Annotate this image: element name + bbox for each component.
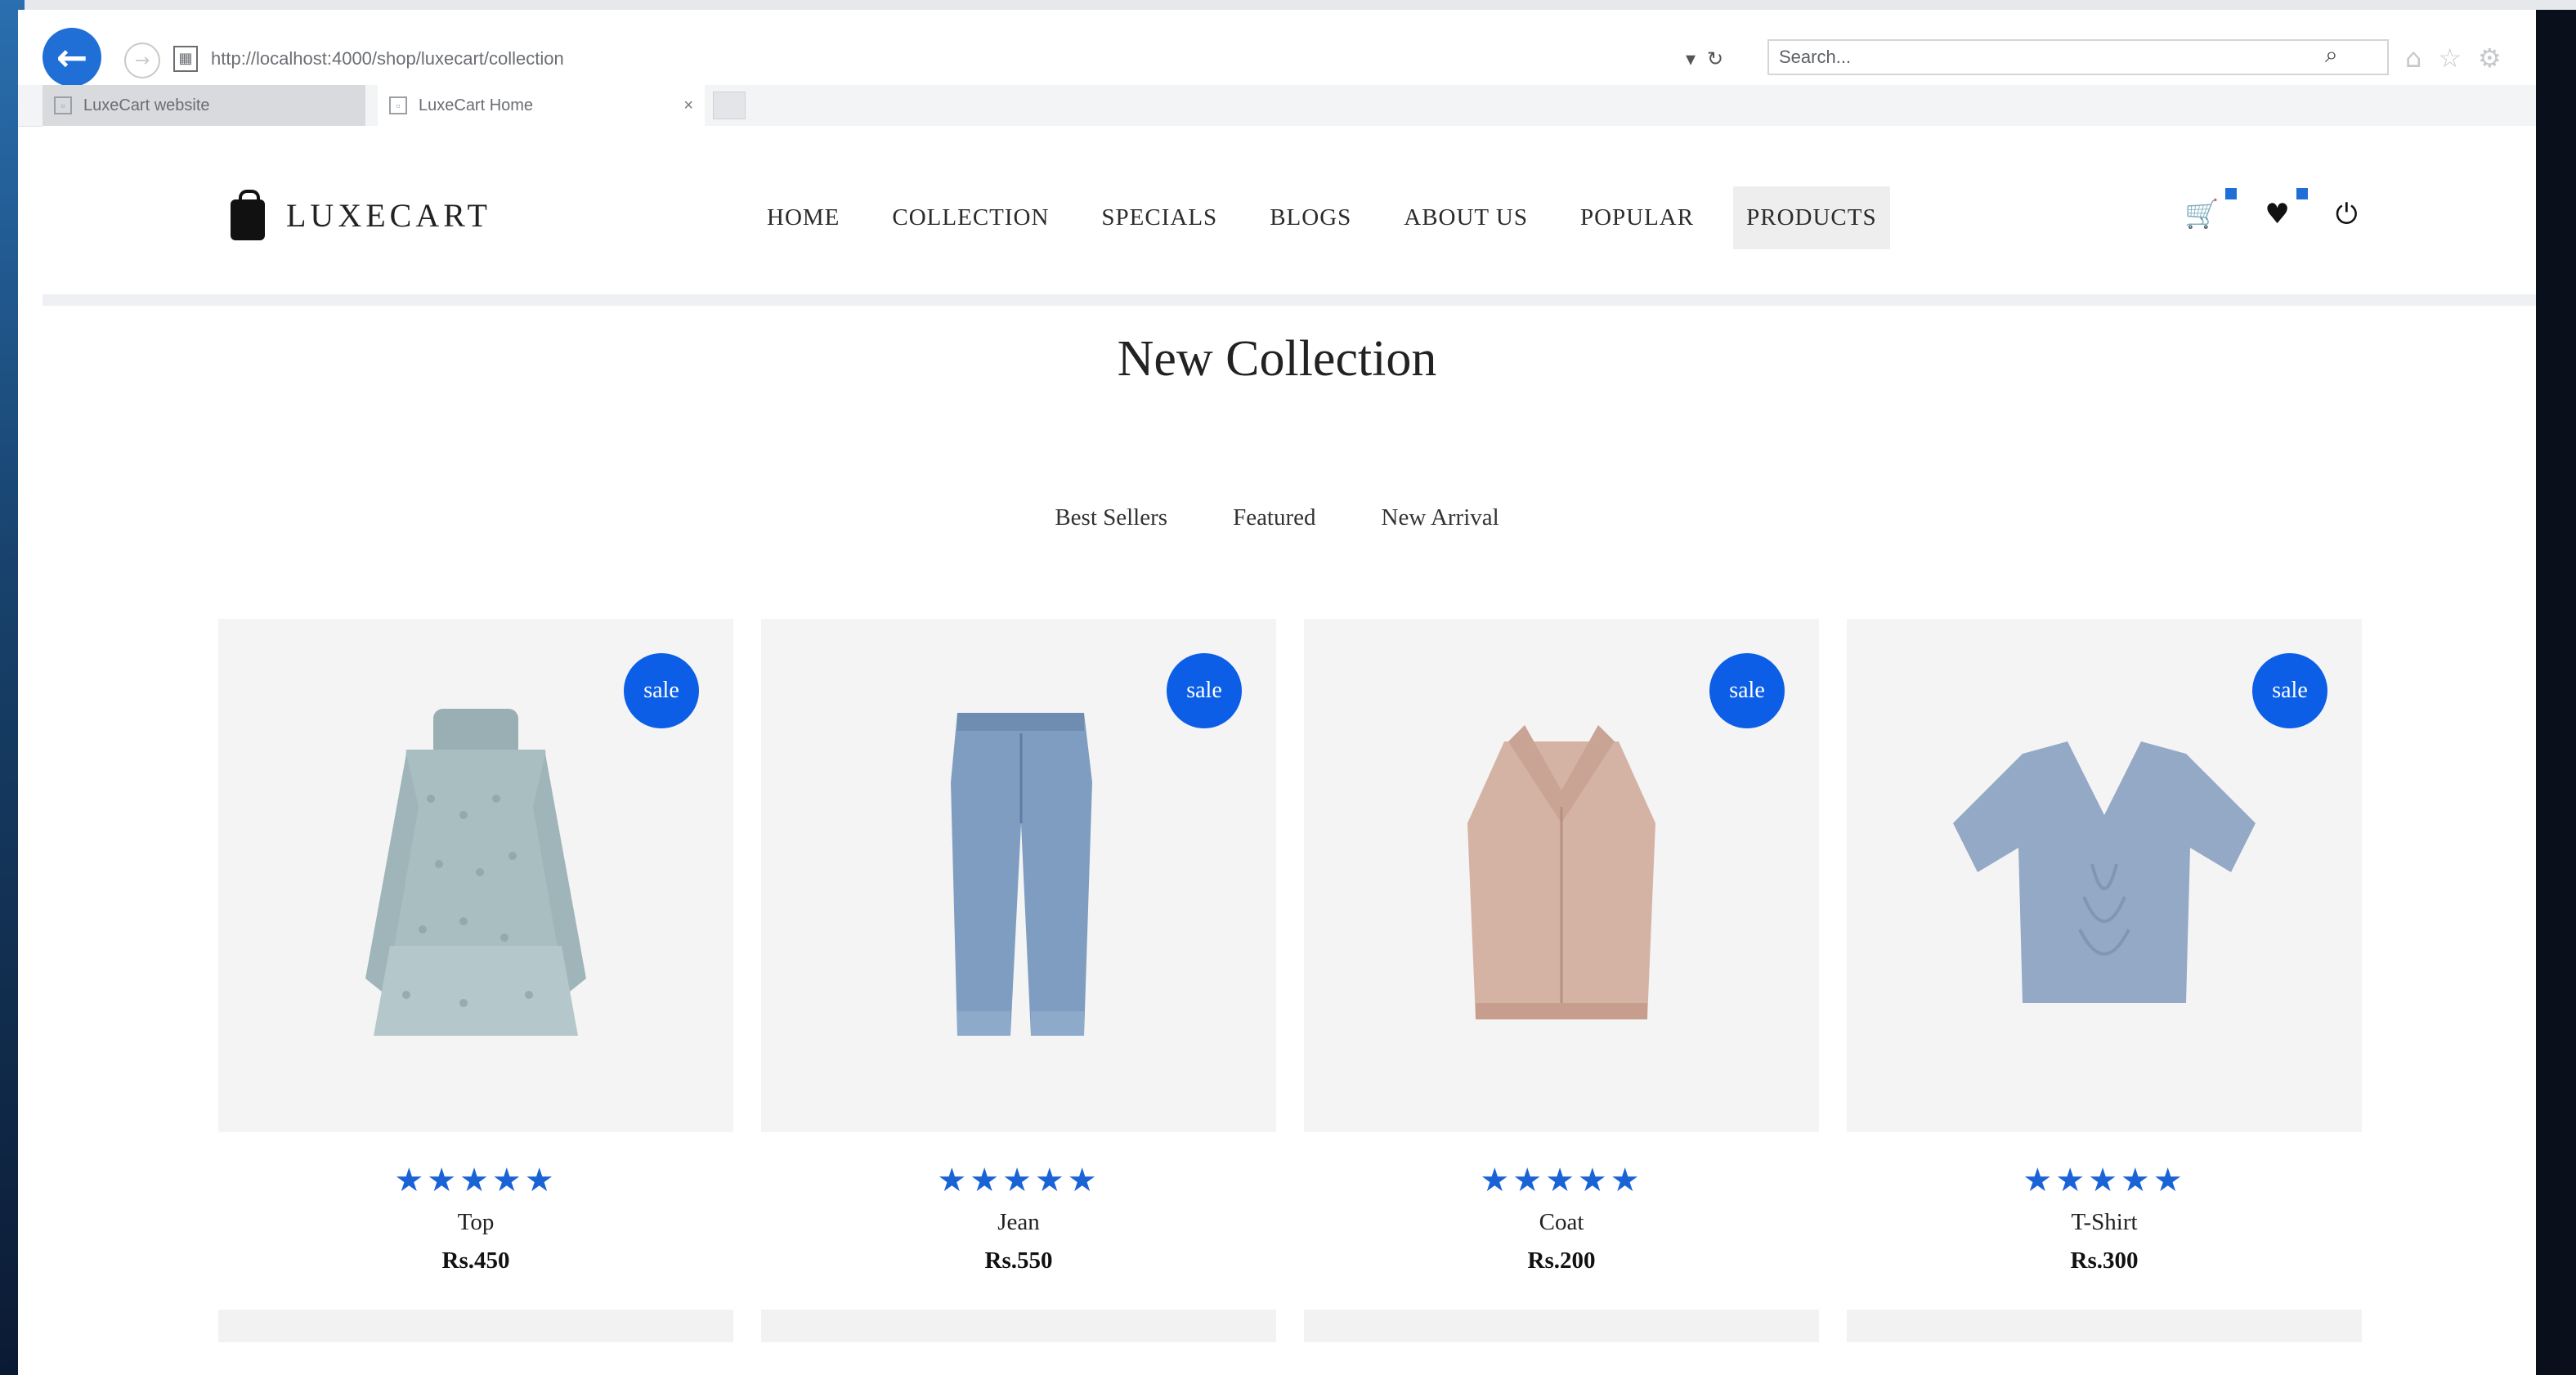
filter-tabs: Best Sellers Featured New Arrival bbox=[18, 504, 2536, 531]
url-controls: ▾ ↻ bbox=[1686, 43, 1759, 75]
search-input[interactable]: Search... bbox=[1767, 39, 2389, 75]
product-card-partial[interactable] bbox=[761, 1310, 1276, 1342]
sale-badge: sale bbox=[624, 653, 699, 728]
nav-specials[interactable]: SPECIALS bbox=[1088, 186, 1230, 249]
star-icon[interactable]: ☆ bbox=[2438, 43, 2462, 74]
page-title: New Collection bbox=[1117, 331, 1437, 387]
header-icons: 🛒 ♥ ⏻ bbox=[2184, 188, 2358, 231]
product-card[interactable]: sale ★★★★★ T-Shirt Rs.300 bbox=[1847, 619, 2362, 1274]
heart-icon[interactable]: ♥ bbox=[2265, 188, 2308, 231]
rating-stars: ★★★★★ bbox=[1480, 1162, 1643, 1199]
rating-stars: ★★★★★ bbox=[2023, 1162, 2186, 1199]
filter-best-sellers[interactable]: Best Sellers bbox=[1055, 504, 1167, 531]
product-price: Rs.300 bbox=[2070, 1247, 2139, 1274]
nav-about-us[interactable]: ABOUT US bbox=[1391, 186, 1541, 249]
sale-badge: sale bbox=[1709, 653, 1785, 728]
rating-stars: ★★★★★ bbox=[937, 1162, 1100, 1199]
product-card-partial[interactable] bbox=[1304, 1310, 1819, 1342]
product-image[interactable]: sale bbox=[1847, 619, 2362, 1132]
product-card-partial[interactable] bbox=[218, 1310, 733, 1342]
arrow-left-icon: ← bbox=[56, 35, 88, 79]
sale-badge: sale bbox=[2252, 653, 2327, 728]
product-card[interactable]: sale ★★★★★ Jean Rs.550 bbox=[761, 619, 1276, 1274]
nav-blogs[interactable]: BLOGS bbox=[1257, 186, 1364, 249]
rating-stars: ★★★★★ bbox=[394, 1162, 558, 1199]
tab-luxecart-home[interactable]: ▫ LuxeCart Home × bbox=[378, 85, 705, 126]
sale-badge: sale bbox=[1167, 653, 1242, 728]
product-card[interactable]: sale ★★★★★ Coat Rs.200 bbox=[1304, 619, 1819, 1274]
product-name[interactable]: Coat bbox=[1304, 1209, 1819, 1236]
main-nav: HOME COLLECTION SPECIALS BLOGS ABOUT US … bbox=[754, 183, 1916, 252]
browser-window: ← → ▦ http://localhost:4000/shop/luxecar… bbox=[18, 10, 2536, 1375]
product-grid: sale ★★★★★ Top Rs.450 sale ★★★★★ Jean Rs… bbox=[218, 619, 2362, 1274]
product-name[interactable]: Jean bbox=[761, 1209, 1276, 1236]
nav-products[interactable]: PRODUCTS bbox=[1733, 186, 1890, 249]
site-header: LUXECART HOME COLLECTION SPECIALS BLOGS … bbox=[43, 126, 2536, 306]
page-favicon-icon: ▫ bbox=[54, 96, 72, 114]
home-icon[interactable]: ⌂ bbox=[2405, 43, 2421, 74]
close-icon[interactable]: × bbox=[683, 96, 693, 115]
browser-tools: ⌂ ☆ ⚙ bbox=[2405, 43, 2502, 74]
wishlist-badge bbox=[2296, 188, 2308, 199]
next-product-row bbox=[218, 1310, 2362, 1342]
forward-button[interactable]: → bbox=[124, 43, 160, 78]
filter-new-arrival[interactable]: New Arrival bbox=[1382, 504, 1499, 531]
tab-luxecart-website[interactable]: ▫ LuxeCart website bbox=[43, 85, 365, 126]
product-name[interactable]: Top bbox=[218, 1209, 733, 1236]
product-image[interactable]: sale bbox=[218, 619, 733, 1132]
power-icon[interactable]: ⏻ bbox=[2336, 198, 2358, 231]
url-field[interactable]: http://localhost:4000/shop/luxecart/coll… bbox=[211, 43, 1682, 75]
new-tab-button[interactable] bbox=[713, 92, 746, 119]
refresh-icon[interactable]: ↻ bbox=[1707, 43, 1723, 75]
product-name[interactable]: T-Shirt bbox=[1847, 1209, 2362, 1236]
tab-bar: ▫ LuxeCart website ▫ LuxeCart Home × bbox=[18, 85, 2536, 127]
settings-icon[interactable]: ⚙ bbox=[2478, 43, 2502, 74]
cart-badge bbox=[2225, 188, 2238, 199]
product-price: Rs.200 bbox=[1527, 1247, 1596, 1274]
back-button[interactable]: ← bbox=[43, 28, 101, 87]
site-logo[interactable]: LUXECART bbox=[286, 196, 491, 235]
cart-icon[interactable]: 🛒 bbox=[2184, 188, 2238, 231]
product-card[interactable]: sale ★★★★★ Top Rs.450 bbox=[218, 619, 733, 1274]
product-image[interactable]: sale bbox=[1304, 619, 1819, 1132]
page-favicon-icon: ▫ bbox=[389, 96, 407, 114]
product-image[interactable]: sale bbox=[761, 619, 1276, 1132]
shopping-bag-icon bbox=[231, 190, 265, 240]
nav-popular[interactable]: POPULAR bbox=[1567, 186, 1707, 249]
product-card-partial[interactable] bbox=[1847, 1310, 2362, 1342]
page-icon: ▦ bbox=[173, 46, 198, 72]
dropdown-arrow-icon[interactable]: ▾ bbox=[1686, 43, 1696, 75]
filter-featured[interactable]: Featured bbox=[1233, 504, 1315, 531]
product-price: Rs.450 bbox=[441, 1247, 510, 1274]
nav-collection[interactable]: COLLECTION bbox=[879, 186, 1062, 249]
tab-label: LuxeCart Home bbox=[419, 96, 534, 114]
nav-home[interactable]: HOME bbox=[754, 186, 853, 249]
search-icon[interactable]: ⌕ bbox=[2325, 41, 2338, 69]
tab-label: LuxeCart website bbox=[83, 96, 210, 114]
desktop-top-edge bbox=[0, 0, 2576, 10]
arrow-right-icon: → bbox=[134, 50, 150, 71]
product-price: Rs.550 bbox=[984, 1247, 1053, 1274]
